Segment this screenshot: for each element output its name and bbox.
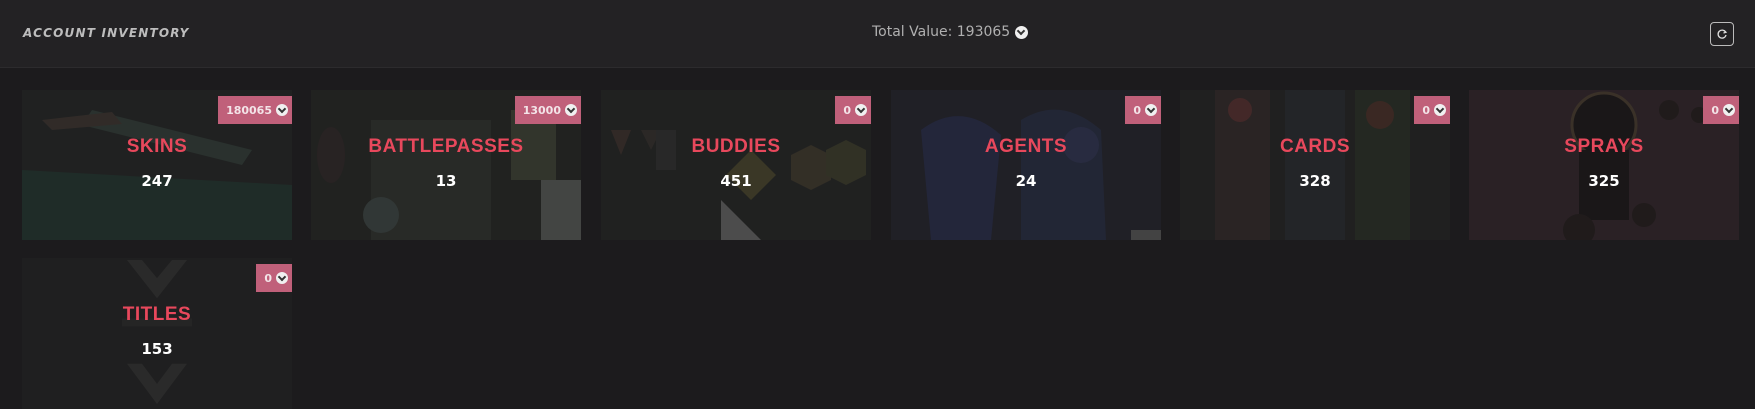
card-value: 0 xyxy=(1133,103,1141,117)
inventory-card-skins[interactable]: 180065 SKINS 247 xyxy=(22,90,292,240)
card-title: TITLES xyxy=(122,304,192,325)
card-value-badge: 0 xyxy=(1125,96,1161,124)
card-count: 328 xyxy=(1299,172,1331,190)
card-value: 0 xyxy=(843,103,851,117)
card-title: AGENTS xyxy=(984,136,1068,157)
valorant-points-icon xyxy=(855,104,867,116)
inventory-card-battlepasses[interactable]: 13000 BATTLEPASSES 13 xyxy=(311,90,581,240)
valorant-points-icon xyxy=(1434,104,1446,116)
refresh-button[interactable] xyxy=(1710,22,1734,46)
refresh-icon xyxy=(1717,29,1728,39)
card-value-badge: 0 xyxy=(1703,96,1739,124)
card-value: 13000 xyxy=(522,103,561,117)
card-title: BUDDIES xyxy=(691,136,781,157)
card-value-badge: 0 xyxy=(835,96,871,124)
card-count: 13 xyxy=(435,172,457,190)
card-value: 0 xyxy=(1711,103,1719,117)
inventory-card-buddies[interactable]: 0 BUDDIES 451 xyxy=(601,90,871,240)
page-title: ACCOUNT INVENTORY xyxy=(23,26,190,40)
card-value: 0 xyxy=(1422,103,1430,117)
card-value-badge: 0 xyxy=(256,264,292,292)
card-title: CARDS xyxy=(1279,136,1351,157)
card-title: BATTLEPASSES xyxy=(368,136,524,157)
card-value-badge: 180065 xyxy=(218,96,292,124)
card-count: 325 xyxy=(1588,172,1620,190)
card-value: 0 xyxy=(264,271,272,285)
total-value: Total Value: 193065 xyxy=(872,24,1029,40)
inventory-header: ACCOUNT INVENTORY Total Value: 193065 xyxy=(0,0,1755,68)
card-value-badge: 0 xyxy=(1414,96,1450,124)
card-count: 451 xyxy=(720,172,752,190)
card-count: 247 xyxy=(141,172,173,190)
inventory-card-agents[interactable]: 0 AGENTS 24 xyxy=(891,90,1161,240)
card-title: SPRAYS xyxy=(1564,136,1644,157)
card-value: 180065 xyxy=(226,103,272,117)
valorant-points-icon xyxy=(1015,25,1029,39)
valorant-points-icon xyxy=(276,104,288,116)
card-count: 24 xyxy=(1015,172,1037,190)
card-title: SKINS xyxy=(126,136,188,157)
card-count: 153 xyxy=(141,340,173,358)
valorant-points-icon xyxy=(276,272,288,284)
valorant-points-icon xyxy=(565,104,577,116)
card-value-badge: 13000 xyxy=(514,96,581,124)
inventory-card-cards[interactable]: 0 CARDS 328 xyxy=(1180,90,1450,240)
inventory-card-titles[interactable]: 0 TITLES 153 xyxy=(22,258,292,409)
valorant-points-icon xyxy=(1145,104,1157,116)
inventory-card-sprays[interactable]: 0 SPRAYS 325 xyxy=(1469,90,1739,240)
total-value-label: Total Value: 193065 xyxy=(872,24,1011,40)
valorant-points-icon xyxy=(1723,104,1735,116)
